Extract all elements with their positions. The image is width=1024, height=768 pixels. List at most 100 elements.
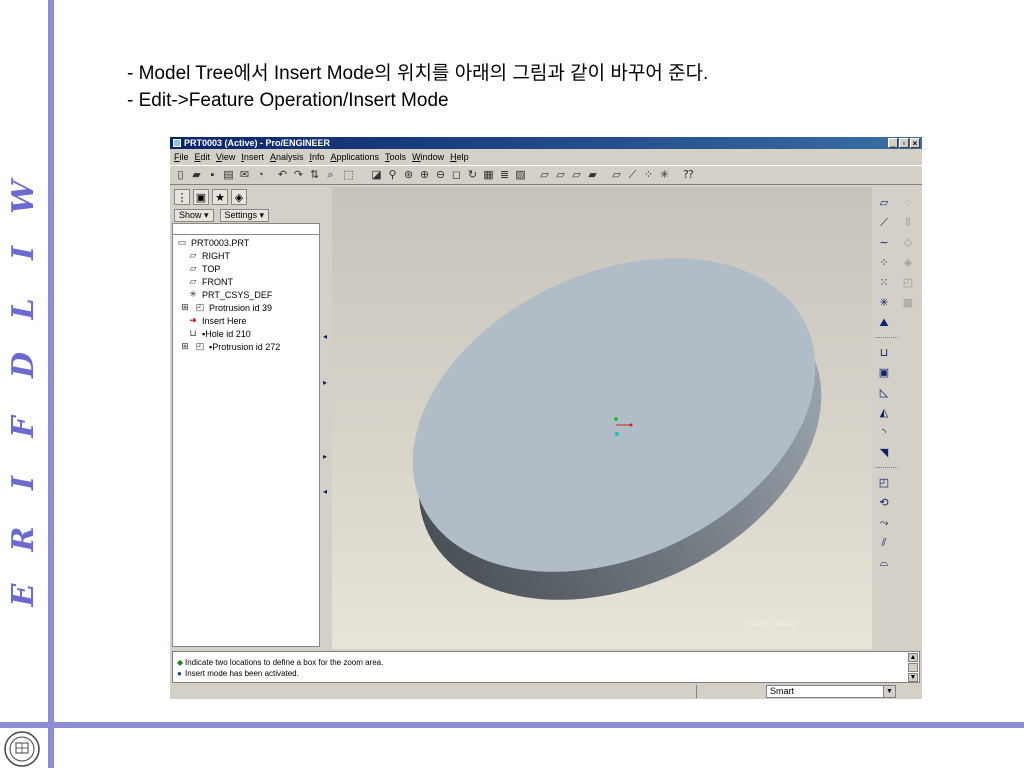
refit-icon[interactable]: ◻: [450, 169, 463, 182]
shading-icon[interactable]: ▰: [586, 169, 599, 182]
app-icon: [173, 139, 181, 147]
menu-view[interactable]: View: [216, 152, 235, 162]
style-tool-icon[interactable]: ⌓: [876, 555, 892, 571]
orient-icon[interactable]: ⊛: [402, 169, 415, 182]
new-icon[interactable]: ▯: [174, 169, 187, 182]
wireframe-icon[interactable]: ▱: [538, 169, 551, 182]
datum-axes-toggle-icon[interactable]: ⟋: [626, 169, 639, 182]
datum-planes-toggle-icon[interactable]: ▱: [610, 169, 623, 182]
menu-tools[interactable]: Tools: [385, 152, 406, 162]
no-hidden-icon[interactable]: ▱: [570, 169, 583, 182]
merge-tool-icon[interactable]: ◈: [900, 255, 916, 271]
tree-tab-icon[interactable]: ⋮: [174, 189, 190, 205]
datum-plane-tool-icon[interactable]: ▱: [876, 195, 892, 211]
rib-tool-icon[interactable]: ◺: [876, 385, 892, 401]
hole-tool-icon[interactable]: ⊔: [876, 345, 892, 361]
layers-icon[interactable]: ≣: [498, 169, 511, 182]
tree-item-part[interactable]: ▭ PRT0003.PRT: [176, 237, 249, 248]
datum-curve-tool-icon[interactable]: ∼: [876, 235, 892, 251]
datum-points-toggle-icon[interactable]: ⁘: [642, 169, 655, 182]
tree-item-protrusion-272[interactable]: ⊞ ◰ ▪Protrusion id 272: [179, 341, 280, 352]
sketched-point-tool-icon[interactable]: ⁙: [876, 275, 892, 291]
csys-tool-icon[interactable]: ✳: [876, 295, 892, 311]
expand-icon[interactable]: ⊞: [179, 302, 191, 313]
tree-item-protrusion-39[interactable]: ⊞ ◰ Protrusion id 39: [179, 302, 272, 313]
open-icon[interactable]: ▰: [190, 169, 203, 182]
favorites-tab-icon[interactable]: ★: [212, 189, 228, 205]
save-icon[interactable]: ▪: [206, 169, 219, 182]
settings-menu-button[interactable]: Settings ▾: [219, 209, 270, 222]
expand-right-icon[interactable]: ▸: [323, 452, 327, 461]
restore-button[interactable]: ▫: [899, 138, 909, 148]
select-box-icon[interactable]: ⬚: [342, 169, 355, 182]
connections-tab-icon[interactable]: ◈: [231, 189, 247, 205]
panel-splitter[interactable]: ◂ ▸ ▸ ◂: [322, 187, 332, 649]
trim-tool-icon[interactable]: ◇: [900, 235, 916, 251]
tree-item-csys[interactable]: ✳ PRT_CSYS_DEF: [187, 289, 272, 300]
sketch-tool-icon[interactable]: ◌: [900, 195, 916, 211]
undo-icon[interactable]: ↶: [276, 169, 289, 182]
pattern-tool-icon[interactable]: ▦: [900, 295, 916, 311]
menu-insert[interactable]: Insert: [241, 152, 264, 162]
title-bar: PRT0003 (Active) - Pro/ENGINEER _ ▫ ×: [170, 137, 922, 149]
menu-window[interactable]: Window: [412, 152, 444, 162]
graphics-window[interactable]: INSERT MODE: [332, 187, 872, 649]
find-icon[interactable]: ⌕: [324, 169, 337, 182]
context-help-icon[interactable]: ⁇: [682, 169, 695, 182]
tree-item-insert-here[interactable]: ➜ Insert Here: [187, 315, 246, 326]
expand-right-icon[interactable]: ▸: [323, 378, 327, 387]
chevron-down-icon[interactable]: ▼: [883, 686, 895, 697]
email-link-icon[interactable]: ◔: [254, 169, 267, 182]
repaint-icon[interactable]: ◪: [370, 169, 383, 182]
csys-toggle-icon[interactable]: ✳: [658, 169, 671, 182]
tree-item-label: Protrusion id 39: [209, 302, 273, 313]
menu-file[interactable]: File: [174, 152, 189, 162]
scroll-thumb[interactable]: [908, 663, 918, 672]
minimize-button[interactable]: _: [888, 138, 898, 148]
round-tool-icon[interactable]: ◝: [876, 425, 892, 441]
tree-item-front[interactable]: ▱ FRONT: [187, 276, 233, 287]
menu-info[interactable]: Info: [309, 152, 324, 162]
revolve-tool-icon[interactable]: ⟲: [876, 495, 892, 511]
redo-icon[interactable]: ↷: [292, 169, 305, 182]
scroll-up-icon[interactable]: ▲: [908, 653, 918, 662]
expand-icon[interactable]: ⊞: [179, 341, 191, 352]
draft-tool-icon[interactable]: ◭: [876, 405, 892, 421]
chamfer-tool-icon[interactable]: ◥: [876, 445, 892, 461]
shell-tool-icon[interactable]: ▣: [876, 365, 892, 381]
collapse-left-icon[interactable]: ◂: [323, 487, 327, 496]
print-icon[interactable]: ▤: [222, 169, 235, 182]
spin-center-icon[interactable]: ⚲: [386, 169, 399, 182]
zoom-in-icon[interactable]: ⊕: [418, 169, 431, 182]
close-button[interactable]: ×: [910, 138, 920, 148]
tree-item-right[interactable]: ▱ RIGHT: [187, 250, 230, 261]
menu-analysis[interactable]: Analysis: [270, 152, 304, 162]
analysis-tool-icon[interactable]: ⛰: [876, 315, 892, 331]
regenerate-icon[interactable]: ⇅: [308, 169, 321, 182]
view-manager-icon[interactable]: ▨: [514, 169, 527, 182]
mirror-tool-icon[interactable]: ⫴: [900, 215, 916, 231]
menu-help[interactable]: Help: [450, 152, 469, 162]
collapse-left-icon[interactable]: ◂: [323, 332, 327, 341]
datum-point-tool-icon[interactable]: ⁘: [876, 255, 892, 271]
offset-tool-icon[interactable]: ◰: [900, 275, 916, 291]
folder-tab-icon[interactable]: ▣: [193, 189, 209, 205]
scroll-down-icon[interactable]: ▼: [908, 673, 918, 682]
variable-sweep-tool-icon[interactable]: ⤳: [876, 515, 892, 531]
tree-item-top[interactable]: ▱ TOP: [187, 263, 221, 274]
hidden-line-icon[interactable]: ▱: [554, 169, 567, 182]
brand-letter: W: [6, 180, 41, 214]
email-icon[interactable]: ✉: [238, 169, 251, 182]
menu-applications[interactable]: Applications: [331, 152, 380, 162]
saved-views-icon[interactable]: ▦: [482, 169, 495, 182]
reorient-icon[interactable]: ↻: [466, 169, 479, 182]
tree-item-hole-210[interactable]: ⊔ ▪Hole id 210: [187, 328, 250, 339]
selection-filter-select[interactable]: Smart ▼: [766, 685, 896, 698]
blend-tool-icon[interactable]: ⫽: [876, 535, 892, 551]
extrude-tool-icon[interactable]: ◰: [876, 475, 892, 491]
message-scrollbar[interactable]: ▲ ▼: [908, 653, 918, 682]
show-menu-button[interactable]: Show ▾: [174, 209, 214, 222]
datum-axis-tool-icon[interactable]: ⟋: [876, 215, 892, 231]
zoom-out-icon[interactable]: ⊖: [434, 169, 447, 182]
menu-edit[interactable]: Edit: [195, 152, 211, 162]
